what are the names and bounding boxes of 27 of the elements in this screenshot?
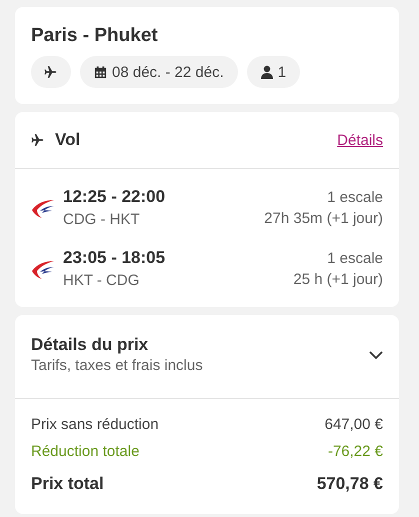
section-title: Vol bbox=[55, 130, 82, 150]
plane-chip[interactable] bbox=[31, 56, 71, 88]
flight-duration: 27h 35m (+1 jour) bbox=[264, 210, 383, 226]
stops-count: 1 escale bbox=[327, 250, 383, 266]
calendar-icon bbox=[94, 66, 107, 78]
plane-icon bbox=[31, 133, 45, 147]
flight-route: HKT - CDG bbox=[63, 272, 140, 289]
plane-icon bbox=[44, 65, 58, 79]
person-chip[interactable]: 1 bbox=[246, 56, 300, 88]
details-link[interactable]: Détails bbox=[337, 132, 383, 148]
stops-count: 1 escale bbox=[327, 188, 383, 206]
flight-times: 23:05 - 18:05 bbox=[63, 248, 166, 268]
price-label: Réduction totale bbox=[31, 443, 140, 460]
flight-route: CDG - HKT bbox=[63, 211, 141, 228]
trip-title: Paris - Phuket bbox=[31, 25, 159, 47]
price-value: 647,00 € bbox=[324, 416, 383, 433]
chevron-icon[interactable] bbox=[369, 350, 383, 360]
person-icon bbox=[260, 65, 273, 79]
calendar-chip[interactable]: 08 déc. - 22 déc. bbox=[80, 56, 238, 88]
price-label: Prix total bbox=[31, 474, 104, 494]
section-title: Détails du prix bbox=[31, 335, 150, 355]
price-value: 570,78 € bbox=[316, 474, 383, 494]
price-label: Prix sans réduction bbox=[31, 416, 159, 433]
section-subtitle: Tarifs, taxes et frais inclus bbox=[31, 357, 204, 374]
price-value: -76,22 € bbox=[328, 443, 383, 460]
flight-times: 12:25 - 22:00 bbox=[63, 187, 166, 207]
flight-duration: 25 h (+1 jour) bbox=[293, 270, 383, 288]
